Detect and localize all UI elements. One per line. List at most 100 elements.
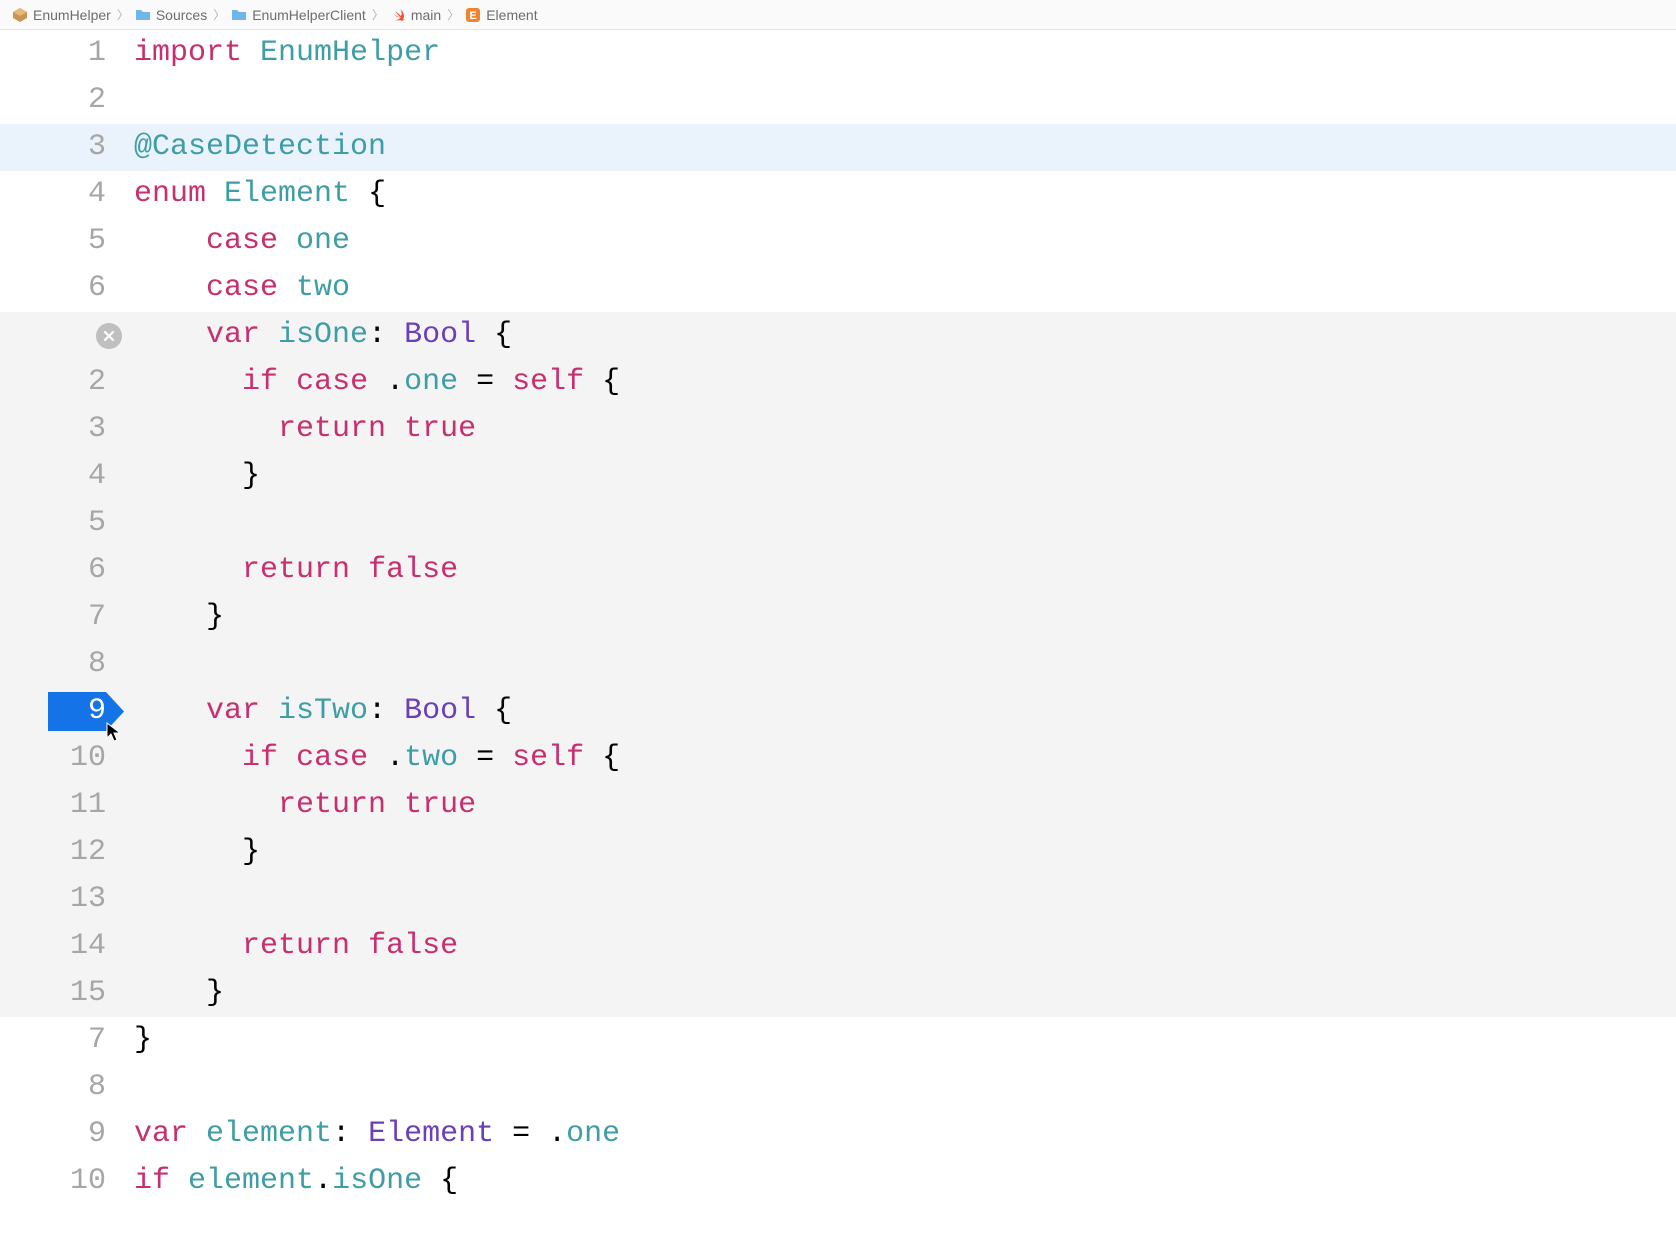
gutter-line-number[interactable]: 1 [0,30,128,77]
code-line[interactable]: var isOne: Bool { [0,312,1676,359]
code-line[interactable]: 6 return false [0,547,1676,594]
gutter-line-number[interactable]: 5 [0,218,128,265]
code-line[interactable]: 5 case one [0,218,1676,265]
code-line[interactable]: 13 [0,876,1676,923]
code-line[interactable]: 4enum Element { [0,171,1676,218]
code-line[interactable]: 1import EnumHelper [0,30,1676,77]
swift-icon [390,7,406,23]
gutter-line-number[interactable]: 4 [0,171,128,218]
code-content[interactable]: return true [128,782,1676,829]
gutter-line-number[interactable]: 3 [0,124,128,171]
code-content[interactable]: if case .one = self { [128,359,1676,406]
gutter-line-number[interactable]: 4 [0,453,128,500]
code-token: var [206,318,260,352]
code-content[interactable] [128,641,1676,688]
gutter-line-number[interactable]: 8 [0,641,128,688]
code-line[interactable]: 8 [0,1064,1676,1111]
gutter-line-number[interactable]: 3 [0,406,128,453]
line-number: 8 [88,641,106,688]
code-content[interactable]: if element.isOne { [128,1158,1676,1205]
code-content[interactable] [128,77,1676,124]
code-content[interactable]: import EnumHelper [128,30,1676,77]
code-token: { [422,1164,458,1198]
code-content[interactable] [128,1064,1676,1111]
gutter-line-number[interactable]: 11 [0,782,128,829]
code-line[interactable]: 7 } [0,594,1676,641]
code-line[interactable]: 9 var isTwo: Bool { [0,688,1676,735]
gutter-line-number[interactable]: 5 [0,500,128,547]
code-content[interactable]: } [128,970,1676,1017]
code-token: self [512,365,584,399]
gutter-line-number[interactable]: 2 [0,77,128,124]
gutter-line-number[interactable]: 7 [0,1017,128,1064]
code-token: return [278,788,386,822]
code-line[interactable]: 9var element: Element = .one [0,1111,1676,1158]
code-token: return [242,929,350,963]
code-token: Element [368,1117,494,1151]
gutter-line-number[interactable] [0,312,128,359]
code-content[interactable]: return true [128,406,1676,453]
code-content[interactable]: } [128,594,1676,641]
code-line[interactable]: 10if element.isOne { [0,1158,1676,1205]
code-content[interactable] [128,876,1676,923]
code-content[interactable]: } [128,453,1676,500]
code-content[interactable]: } [128,829,1676,876]
code-line[interactable]: 4 } [0,453,1676,500]
code-token [278,224,296,258]
gutter-line-number[interactable]: 8 [0,1064,128,1111]
code-content[interactable]: var element: Element = .one [128,1111,1676,1158]
code-editor[interactable]: 1import EnumHelper23@CaseDetection4enum … [0,30,1676,1205]
breadcrumb-item-folder[interactable]: EnumHelperClient [231,7,366,23]
code-line[interactable]: 3@CaseDetection [0,124,1676,171]
code-line[interactable]: 12 } [0,829,1676,876]
code-content[interactable]: case two [128,265,1676,312]
code-line[interactable]: 6 case two [0,265,1676,312]
code-line[interactable]: 2 [0,77,1676,124]
code-line[interactable]: 3 return true [0,406,1676,453]
gutter-line-number[interactable]: 10 [0,1158,128,1205]
code-token: import [134,36,242,70]
code-content[interactable]: return false [128,547,1676,594]
folder-icon [231,7,247,23]
code-content[interactable]: return false [128,923,1676,970]
gutter-line-number[interactable]: 15 [0,970,128,1017]
code-content[interactable] [128,500,1676,547]
code-line[interactable]: 14 return false [0,923,1676,970]
gutter-line-number[interactable]: 14 [0,923,128,970]
gutter-line-number[interactable]: 6 [0,265,128,312]
gutter-line-number[interactable]: 2 [0,359,128,406]
code-content[interactable]: enum Element { [128,171,1676,218]
line-number: 2 [88,359,106,406]
code-content[interactable]: var isTwo: Bool { [128,688,1676,735]
code-line[interactable]: 5 [0,500,1676,547]
code-content[interactable]: if case .two = self { [128,735,1676,782]
breadcrumb-item-folder[interactable]: Sources [135,7,207,23]
code-content[interactable]: } [128,1017,1676,1064]
code-content[interactable]: @CaseDetection [128,124,1676,171]
gutter-line-number[interactable]: 7 [0,594,128,641]
breadcrumb-item-package[interactable]: EnumHelper [12,7,111,23]
code-line[interactable]: 11 return true [0,782,1676,829]
gutter-line-number[interactable]: 6 [0,547,128,594]
code-line[interactable]: 10 if case .two = self { [0,735,1676,782]
breadcrumb-separator: 〉 [447,6,459,23]
breadcrumb-item-swift[interactable]: main [390,7,441,23]
gutter-line-number[interactable]: 9 [0,1111,128,1158]
code-token: EnumHelper [260,36,440,70]
breadcrumb-item-enum[interactable]: E Element [465,7,537,23]
line-number: 7 [88,594,106,641]
breakpoint-marker[interactable]: 9 [0,688,128,735]
code-token: one [296,224,350,258]
code-line[interactable]: 2 if case .one = self { [0,359,1676,406]
code-line[interactable]: 8 [0,641,1676,688]
code-token: false [368,929,458,963]
code-line[interactable]: 15 } [0,970,1676,1017]
gutter-line-number[interactable]: 12 [0,829,128,876]
code-content[interactable]: var isOne: Bool { [128,312,1676,359]
code-content[interactable]: case one [128,218,1676,265]
gutter-line-number[interactable]: 13 [0,876,128,923]
breadcrumb-label: Sources [156,7,207,23]
collapse-expansion-icon[interactable] [96,323,122,349]
code-token: var [206,694,260,728]
code-line[interactable]: 7} [0,1017,1676,1064]
